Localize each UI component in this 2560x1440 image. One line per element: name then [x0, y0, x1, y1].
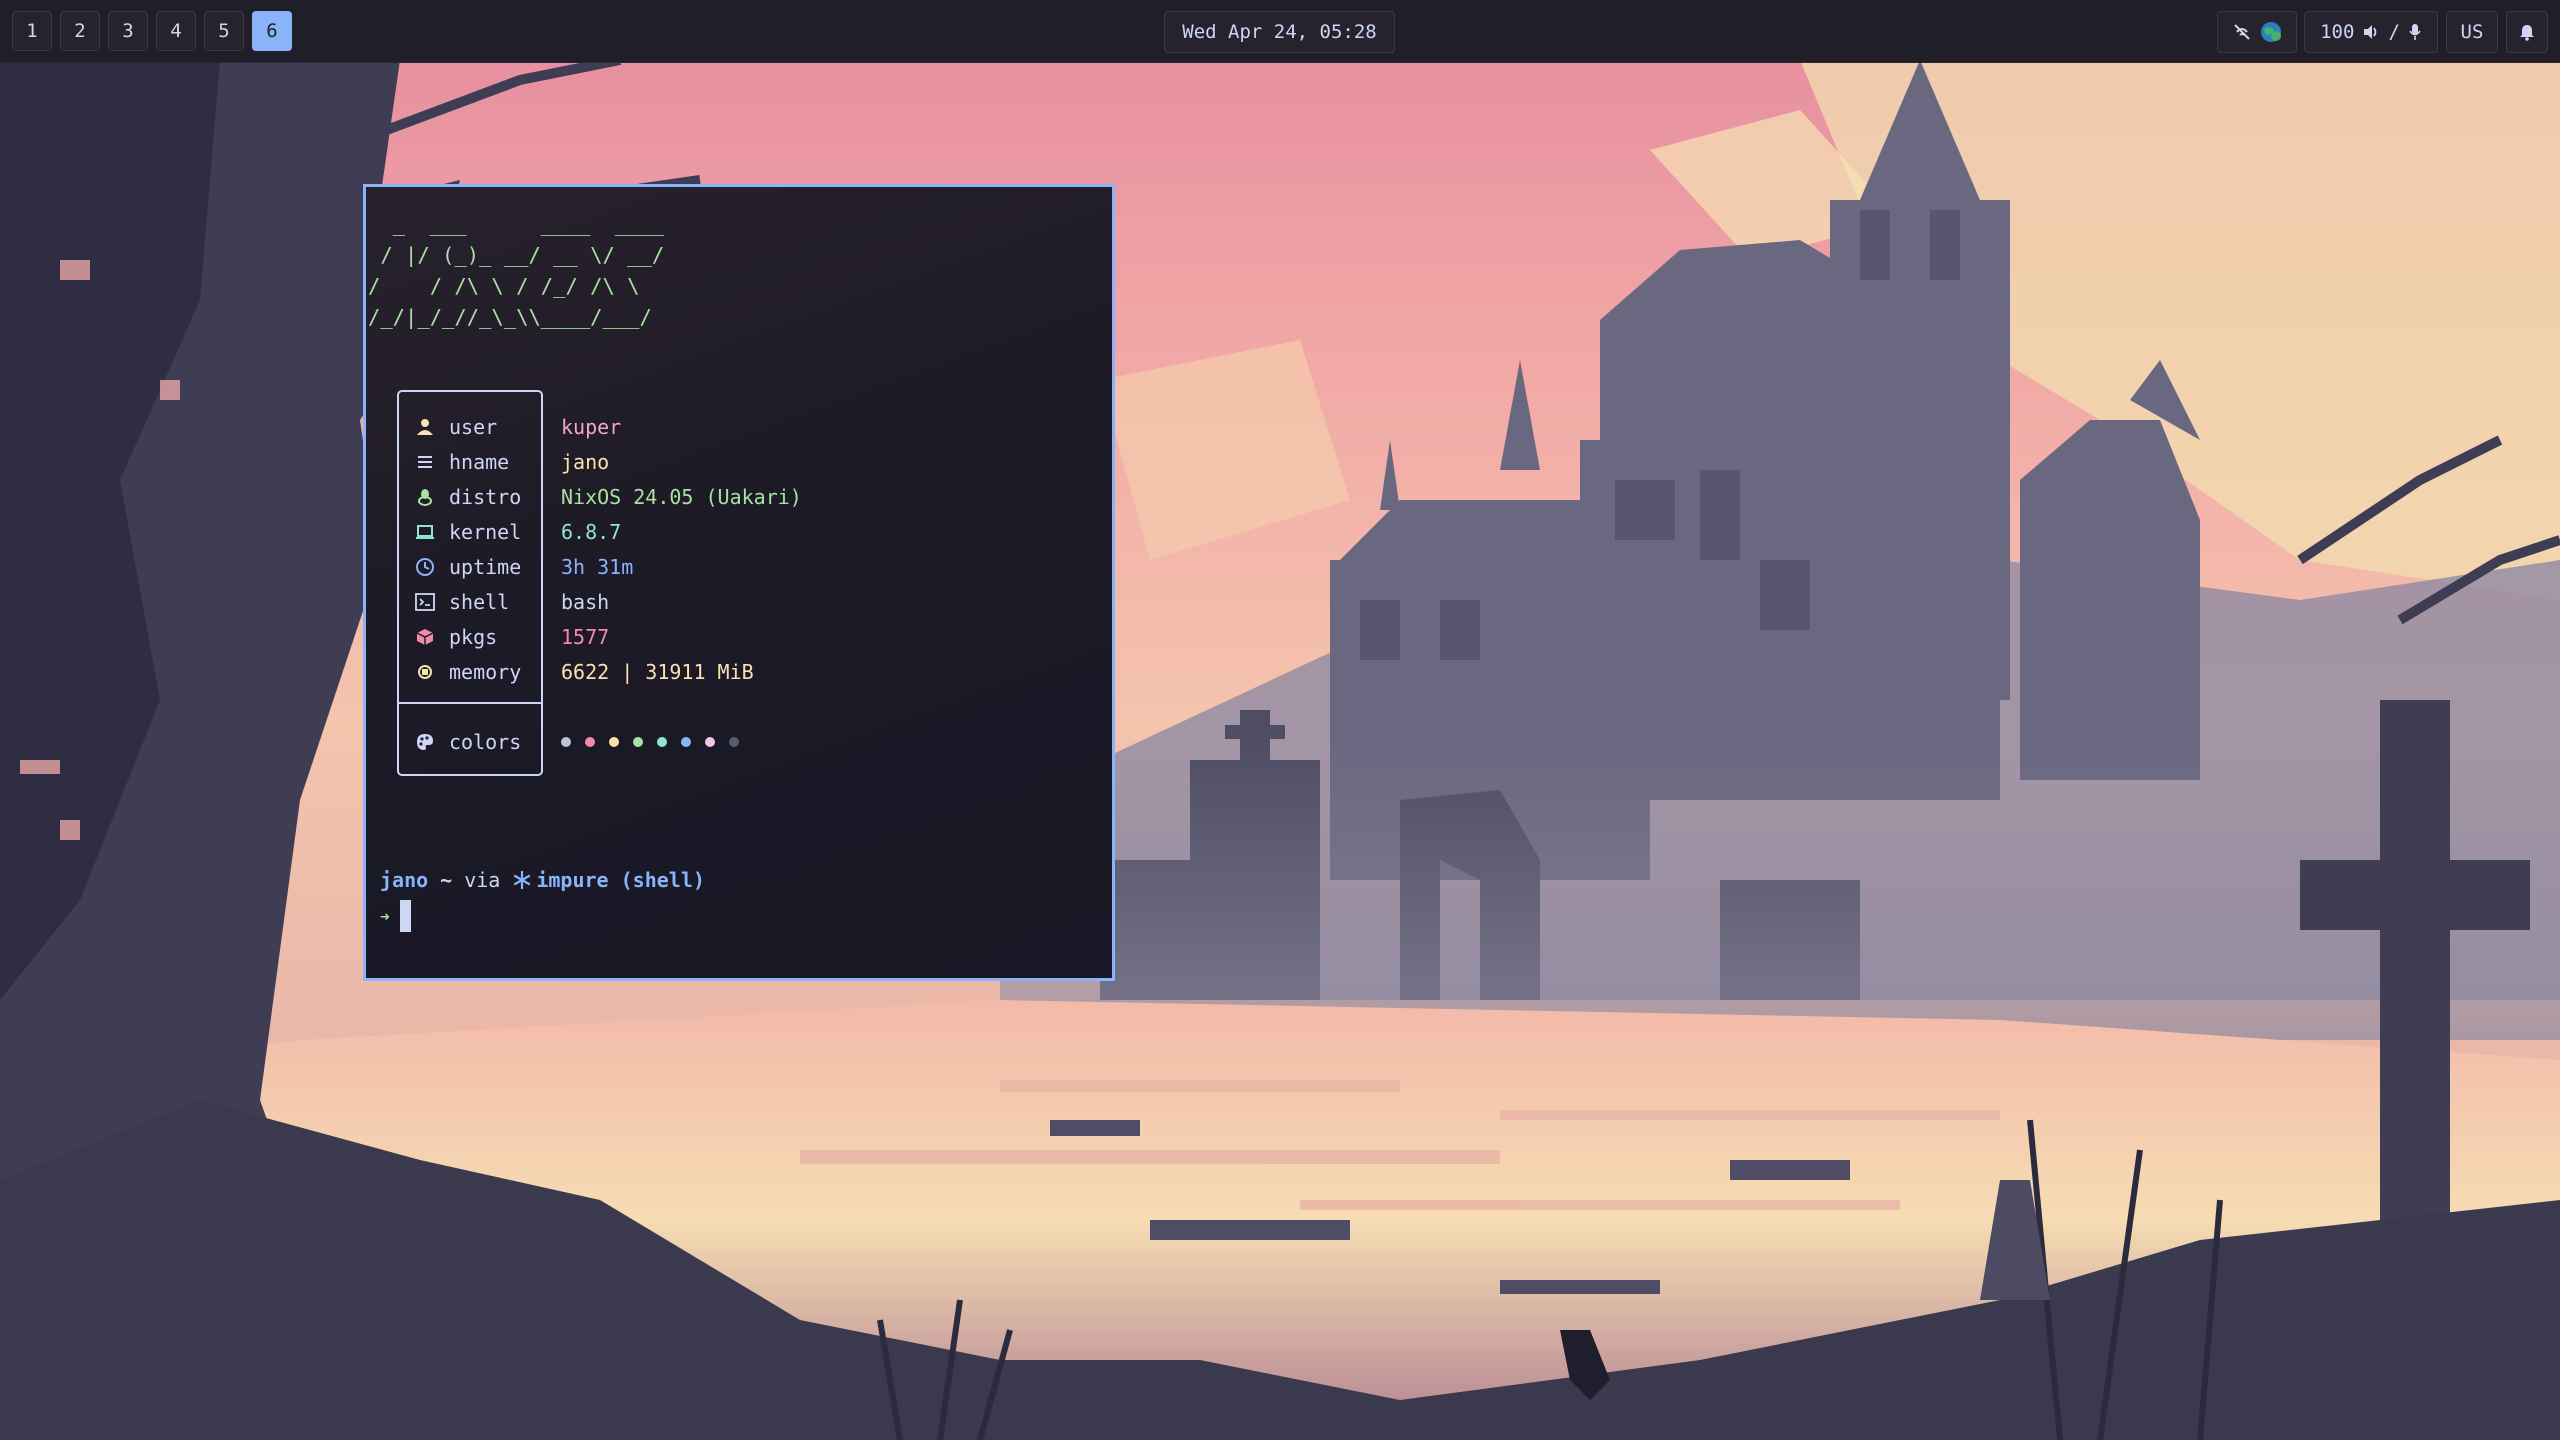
info-key-shell: shell [449, 589, 510, 614]
prompt-via: via [464, 868, 501, 892]
laptop-icon [415, 523, 435, 541]
terminal-icon [415, 592, 435, 611]
notifications-button[interactable] [2506, 11, 2548, 53]
nixos-ascii-logo: _ ___ ____ ____ / |/ (_)_ __/ __ \/ __/ … [368, 209, 664, 333]
user-icon [415, 418, 435, 436]
info-divider [399, 702, 541, 704]
prompt-nix-env: impure (shell) [536, 868, 705, 892]
shell-prompt: jano ~ via impure (shell) [380, 868, 705, 892]
desktop: 1 2 3 4 5 6 Wed Apr 24, 05:28 100 / US _… [0, 0, 2560, 1440]
ascii-line-2: / |/ (_)_ __/ __ \/ __/ [368, 243, 665, 267]
clock-icon [415, 557, 435, 577]
color-swatch-5 [657, 736, 667, 747]
info-value-user: kuper [561, 414, 622, 439]
info-key-user: user [449, 414, 498, 439]
color-swatch-7 [705, 736, 715, 747]
top-bar: 1 2 3 4 5 6 Wed Apr 24, 05:28 100 / US [0, 0, 2560, 63]
color-swatch-1 [561, 736, 571, 747]
workspace-5-button[interactable]: 5 [204, 11, 244, 51]
info-value-shell: bash [561, 589, 610, 614]
workspace-1-button[interactable]: 1 [12, 11, 52, 51]
color-swatch-4 [633, 736, 643, 747]
info-value-uptime: 3h 31m [561, 554, 634, 579]
color-swatch-2 [585, 736, 595, 747]
linux-icon [415, 488, 435, 506]
fetch-info-box [397, 390, 543, 776]
bell-icon [2518, 23, 2536, 41]
info-key-kernel: kernel [449, 519, 522, 544]
package-icon [415, 628, 435, 646]
volume-level: 100 [2320, 21, 2355, 43]
palette-icon [415, 733, 435, 751]
info-key-hname: hname [449, 449, 510, 474]
workspace-3-button[interactable]: 3 [108, 11, 148, 51]
color-swatch-6 [681, 736, 691, 747]
ascii-line-4: /_/|_/_//_\_\\____/___/ [368, 305, 652, 329]
workspace-4-button[interactable]: 4 [156, 11, 196, 51]
workspace-switcher: 1 2 3 4 5 6 [12, 11, 292, 51]
clock[interactable]: Wed Apr 24, 05:28 [1164, 11, 1395, 53]
hostname-icon [415, 453, 435, 471]
prompt-arrow: ➜ [380, 906, 390, 926]
info-key-memory: memory [449, 659, 522, 684]
info-value-hname: jano [561, 449, 610, 474]
color-swatch-3 [609, 736, 619, 747]
microphone-icon[interactable] [2408, 23, 2422, 41]
keyboard-layout[interactable]: US [2446, 11, 2498, 53]
info-key-pkgs: pkgs [449, 624, 498, 649]
info-value-kernel: 6.8.7 [561, 519, 622, 544]
color-swatch-8 [729, 736, 739, 747]
network-disconnected-icon [2232, 22, 2252, 42]
info-key-distro: distro [449, 484, 522, 509]
network-tray[interactable] [2217, 11, 2297, 53]
vpn-globe-icon [2260, 21, 2282, 43]
audio-tray[interactable]: 100 / [2304, 11, 2438, 53]
nix-snowflake-icon [512, 870, 532, 890]
info-value-memory: 6622 | 31911 MiB [561, 659, 754, 684]
workspace-6-button[interactable]: 6 [252, 11, 292, 51]
terminal-window[interactable]: _ ___ ____ ____ / |/ (_)_ __/ __ \/ __/ … [363, 184, 1115, 981]
info-key-uptime: uptime [449, 554, 522, 579]
text-cursor [399, 900, 411, 932]
memory-icon [415, 663, 435, 681]
workspace-2-button[interactable]: 2 [60, 11, 100, 51]
ascii-line-3: / / /\ \ / /_/ /\ \ [368, 274, 640, 298]
prompt-path: ~ [440, 868, 453, 892]
prompt-input-line[interactable]: ➜ [380, 900, 411, 932]
ascii-line-1: _ ___ ____ ____ [368, 212, 665, 236]
info-key-colors: colors [449, 729, 522, 754]
speaker-icon[interactable] [2362, 23, 2380, 41]
info-value-distro: NixOS 24.05 (Uakari) [561, 484, 802, 509]
audio-separator: / [2388, 21, 2400, 43]
prompt-host: jano [380, 868, 429, 892]
color-swatches [561, 736, 739, 747]
info-value-pkgs: 1577 [561, 624, 610, 649]
